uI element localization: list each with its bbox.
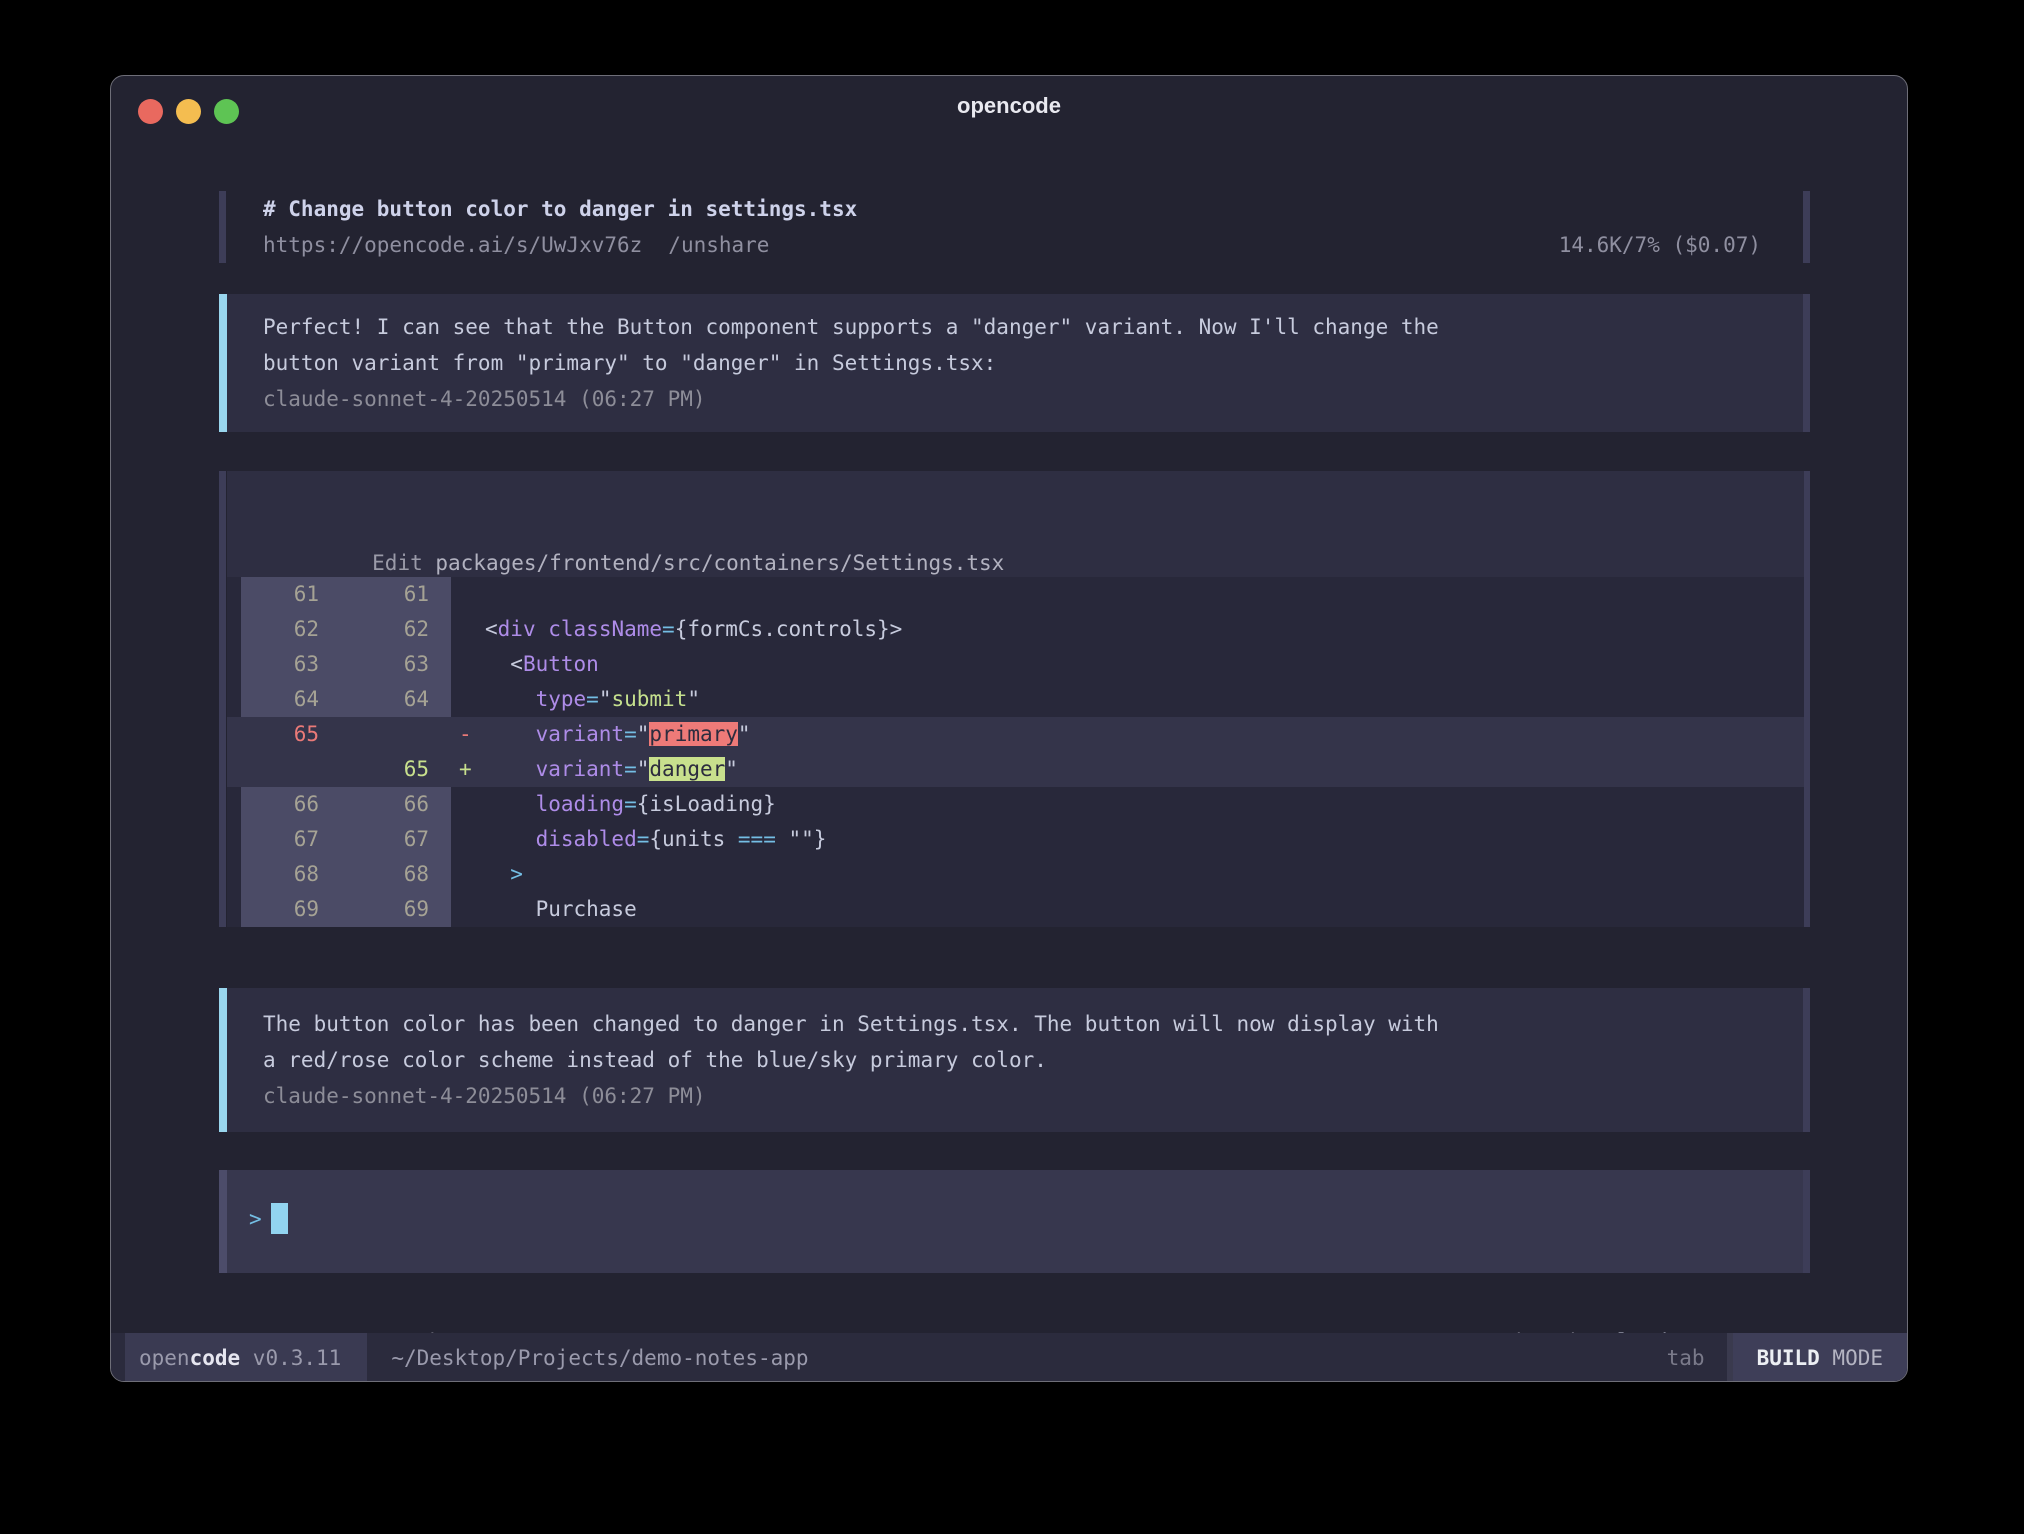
assistant-message-1: Perfect! I can see that the Button compo… [219, 294, 1810, 432]
diff-line: 6868 > [227, 857, 1804, 892]
edit-header: Edit packages/frontend/src/containers/Se… [227, 471, 1804, 577]
diff-line: 6464 type="submit" [227, 682, 1804, 717]
app-version: v0.3.11 [240, 1346, 341, 1370]
working-directory: ~/Desktop/Projects/demo-notes-app [391, 1346, 808, 1370]
statusbar-divider [1727, 1333, 1733, 1382]
edit-tool-block: Edit packages/frontend/src/containers/Se… [219, 471, 1810, 927]
session-left-border [219, 191, 226, 263]
message-text-line: Perfect! I can see that the Button compo… [263, 309, 1810, 345]
window-title: opencode [111, 76, 1907, 136]
assistant-message-2: The button color has been changed to dan… [219, 988, 1810, 1132]
tool-name: Edit [372, 551, 423, 575]
mode-name: BUILD [1757, 1346, 1820, 1370]
diff-line: 6767 disabled={units === ""} [227, 822, 1804, 857]
session-right-border [1803, 191, 1810, 263]
status-bar: opencode v0.3.11 ~/Desktop/Projects/demo… [111, 1333, 1907, 1382]
input-left-border [219, 1170, 227, 1273]
input-right-border [1803, 1170, 1810, 1273]
diff-line: 65+ variant="danger" [227, 752, 1804, 787]
session-title: # Change button color to danger in setti… [263, 191, 1787, 227]
app-name-code: code [190, 1346, 241, 1370]
model-timestamp: claude-sonnet-4-20250514 (06:27 PM) [263, 1078, 1810, 1114]
message-text-line: The button color has been changed to dan… [263, 1006, 1810, 1042]
share-url[interactable]: https://opencode.ai/s/UwJxv76z [263, 227, 642, 263]
diff-view: 6161 6262 <div className={formCs.control… [227, 577, 1804, 927]
edit-left-border [219, 471, 226, 927]
diff-line: 6161 [227, 577, 1804, 612]
model-timestamp: claude-sonnet-4-20250514 (06:27 PM) [263, 381, 1810, 417]
hints-row: enter send Anthropic Claude Sonnet 4 [111, 1288, 1907, 1324]
token-cost-stats: 14.6K/7% ($0.07) [1559, 227, 1761, 263]
titlebar: opencode [111, 76, 1907, 136]
session-header: # Change button color to danger in setti… [111, 191, 1907, 263]
text-cursor [271, 1203, 288, 1234]
message-text-line: a red/rose color scheme instead of the b… [263, 1042, 1810, 1078]
mode-indicator: BUILD MODE [1733, 1333, 1907, 1382]
mode-suffix: MODE [1820, 1346, 1883, 1370]
diff-line: 6262 <div className={formCs.controls}> [227, 612, 1804, 647]
message-text-line: button variant from "primary" to "danger… [263, 345, 1810, 381]
diff-line: 6363 <Button [227, 647, 1804, 682]
input-background [227, 1170, 1804, 1273]
edit-right-border [1803, 471, 1810, 927]
app-name-open: open [139, 1346, 190, 1370]
diff-rows: 6161 6262 <div className={formCs.control… [227, 577, 1804, 927]
diff-line: 6666 loading={isLoading} [227, 787, 1804, 822]
edited-file-path: packages/frontend/src/containers/Setting… [423, 551, 1005, 575]
diff-line: 65- variant="primary" [227, 717, 1804, 752]
diff-line: 6969 Purchase [227, 892, 1804, 927]
prompt-input[interactable]: > [219, 1170, 1810, 1273]
unshare-command[interactable]: /unshare [668, 227, 769, 263]
prompt-symbol: > [249, 1207, 262, 1231]
tab-key-hint: tab [1667, 1346, 1727, 1370]
app-version-chip: opencode v0.3.11 [125, 1333, 367, 1382]
opencode-window: opencode # Change button color to danger… [110, 75, 1908, 1382]
